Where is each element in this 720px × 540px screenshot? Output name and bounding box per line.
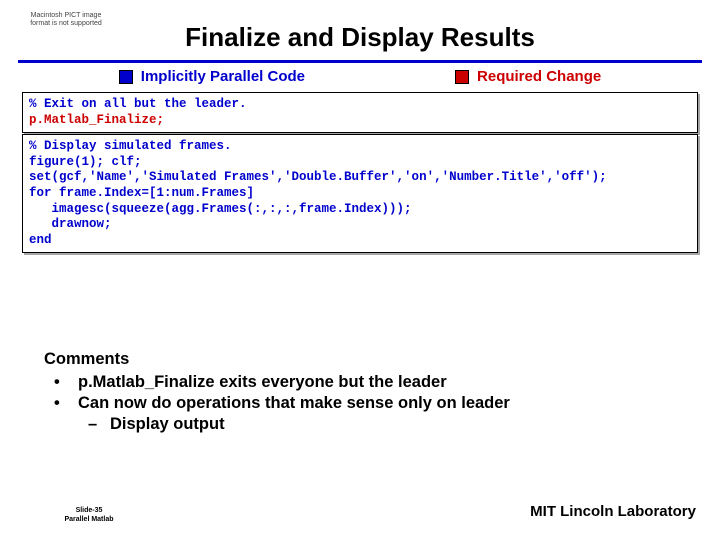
bullet-2: Can now do operations that make sense on… [54,394,690,413]
footer-left: Slide-35 Parallel Matlab [44,507,134,524]
code-block-1: % Exit on all but the leader. p.Matlab_F… [22,92,698,133]
code1-body: p.Matlab_Finalize; [29,113,164,127]
title-divider [18,60,702,63]
slide-number: Slide-35 [44,507,134,515]
code1-comment: % Exit on all but the leader. [29,97,247,111]
comments-section: Comments p.Matlab_Finalize exits everyon… [44,350,690,434]
sub-bullet-list: Display output [44,415,690,434]
sub-bullet-1: Display output [88,415,690,434]
bullet-1: p.Matlab_Finalize exits everyone but the… [54,373,690,392]
slide: Macintosh PICT image format is not suppo… [0,0,720,540]
code2-body: figure(1); clf; set(gcf,'Name','Simulate… [29,155,607,247]
legend: Implicitly Parallel Code Required Change [0,68,720,85]
legend-parallel: Implicitly Parallel Code [119,68,305,85]
slide-title: Finalize and Display Results [0,22,720,53]
code-block-2: % Display simulated frames. figure(1); c… [22,134,698,253]
legend-parallel-label: Implicitly Parallel Code [141,68,305,85]
swatch-red-icon [455,70,469,84]
comments-heading: Comments [44,350,690,369]
legend-required: Required Change [455,68,601,85]
project-name: Parallel Matlab [44,516,134,524]
legend-required-label: Required Change [477,68,601,85]
code2-comment: % Display simulated frames. [29,139,232,153]
footer-lab: MIT Lincoln Laboratory [530,503,696,520]
swatch-blue-icon [119,70,133,84]
bullet-list: p.Matlab_Finalize exits everyone but the… [44,373,690,413]
